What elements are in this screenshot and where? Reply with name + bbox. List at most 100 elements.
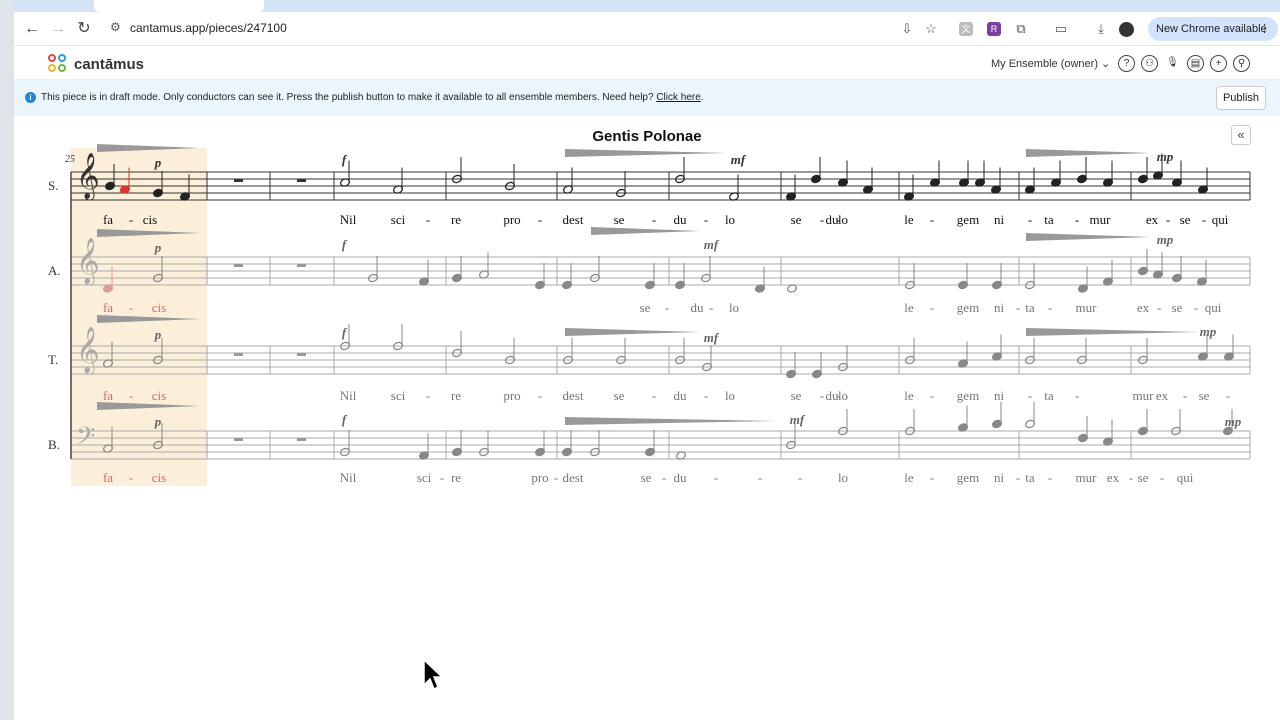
lyric-syllable: -	[929, 388, 935, 403]
dynamic-marking: f	[341, 152, 347, 167]
lyric-syllable: cis	[151, 300, 167, 315]
lyric-syllable: se	[1198, 388, 1210, 403]
dynamic-marking: mf	[703, 330, 719, 345]
lyric-syllable: Nil	[339, 388, 357, 403]
lyric-syllable: -	[664, 300, 670, 315]
dynamic-marking: mf	[789, 412, 805, 427]
whole-rest	[297, 438, 306, 441]
lyric-syllable: -	[537, 388, 543, 403]
lyric-syllable: se	[790, 388, 802, 403]
lyric-syllable: -	[651, 388, 657, 403]
lyric-syllable: ta	[1025, 470, 1035, 485]
lyric-syllable: -	[819, 212, 825, 227]
lyric-syllable: dest	[562, 388, 584, 403]
lyric-syllable: -	[1047, 470, 1053, 485]
lyric-syllable: cis	[151, 388, 167, 403]
lyric-syllable: se	[1137, 470, 1149, 485]
lyric-syllable: lo	[837, 388, 849, 403]
lyric-syllable: fa	[102, 470, 114, 485]
dynamic-marking: mp	[1156, 232, 1174, 247]
lyric-syllable: qui	[1204, 300, 1222, 315]
lyric-syllable: fa	[102, 212, 114, 227]
lyric-syllable: sci	[390, 212, 406, 227]
lyric-syllable: du	[673, 470, 687, 485]
lyric-syllable: -	[1027, 388, 1033, 403]
mouse-pointer-icon	[423, 659, 444, 691]
lyric-syllable: Nil	[339, 470, 357, 485]
lyric-syllable: se	[1179, 212, 1191, 227]
lyric-syllable: fa	[102, 388, 114, 403]
lyric-syllable: qui	[1176, 470, 1194, 485]
lyric-syllable: mur	[1089, 212, 1111, 227]
dynamic-marking: f	[341, 412, 347, 427]
lyric-syllable: dest	[562, 470, 584, 485]
lyric-syllable: -	[128, 300, 134, 315]
lyric-syllable: -	[537, 212, 543, 227]
whole-rest	[234, 264, 243, 267]
lyric-syllable: se	[639, 300, 651, 315]
hairpin	[1026, 233, 1150, 241]
whole-rest	[234, 353, 243, 356]
lyric-syllable: sci	[390, 388, 406, 403]
whole-rest	[234, 179, 243, 182]
lyric-syllable: -	[425, 212, 431, 227]
treble-clef-icon: 𝄞	[76, 153, 100, 199]
lyric-syllable: -	[651, 212, 657, 227]
lyric-syllable: re	[450, 212, 462, 227]
lyric-syllable: cis	[151, 470, 167, 485]
lyric-syllable: -	[703, 388, 709, 403]
lyric-syllable: ex	[1136, 300, 1150, 315]
lyric-syllable: -	[1074, 388, 1080, 403]
dynamic-marking: mf	[730, 152, 746, 167]
lyric-syllable: -	[1201, 212, 1207, 227]
dynamic-marking: mp	[1156, 149, 1174, 164]
lyric-syllable: -	[128, 470, 134, 485]
lyric-syllable: -	[128, 212, 134, 227]
lyric-syllable: -	[661, 470, 667, 485]
lyric-syllable: -	[1015, 300, 1021, 315]
lyric-syllable: pro	[531, 470, 549, 485]
lyric-syllable: Nil	[339, 212, 357, 227]
lyric-syllable: -	[1159, 470, 1165, 485]
lyric-syllable: ni	[993, 212, 1005, 227]
whole-rest	[297, 264, 306, 267]
hairpin	[565, 417, 775, 425]
lyric-syllable: lo	[724, 388, 736, 403]
lyric-syllable: gem	[956, 212, 980, 227]
lyric-syllable: -	[1074, 212, 1080, 227]
dynamic-marking: mp	[1199, 324, 1217, 339]
voice-label: B.	[48, 437, 60, 452]
voice-label: T.	[48, 352, 59, 367]
lyric-syllable: -	[797, 470, 803, 485]
lyric-syllable: -	[1027, 212, 1033, 227]
dynamic-marking: f	[341, 325, 347, 340]
lyric-syllable: ta	[1025, 300, 1035, 315]
lyric-syllable: dest	[562, 212, 584, 227]
dynamic-marking: mf	[703, 237, 719, 252]
lyric-syllable: se	[790, 212, 802, 227]
lyric-syllable: -	[1047, 300, 1053, 315]
hairpin	[1026, 149, 1150, 157]
lyric-syllable: le	[904, 388, 914, 403]
lyric-syllable: -	[1182, 388, 1188, 403]
voice-label: A.	[48, 263, 61, 278]
lyric-syllable: lo	[728, 300, 740, 315]
lyric-syllable: -	[757, 470, 763, 485]
lyric-syllable: -	[929, 470, 935, 485]
score-notation[interactable]	[0, 0, 1280, 720]
lyric-syllable: ni	[993, 470, 1005, 485]
lyric-syllable: se	[1171, 300, 1183, 315]
lyric-syllable: -	[553, 470, 559, 485]
dynamic-marking: f	[341, 237, 347, 252]
lyric-syllable: re	[450, 388, 462, 403]
lyric-syllable: fa	[102, 300, 114, 315]
lyric-syllable: -	[929, 300, 935, 315]
dynamic-marking: mp	[1224, 414, 1242, 429]
hairpin	[97, 315, 200, 323]
treble-clef-icon: 𝄞	[76, 238, 100, 284]
lyric-syllable: du	[690, 300, 704, 315]
lyric-syllable: -	[929, 212, 935, 227]
lyric-syllable: sci	[416, 470, 432, 485]
voice-label: S.	[48, 178, 59, 193]
hairpin	[565, 328, 700, 336]
